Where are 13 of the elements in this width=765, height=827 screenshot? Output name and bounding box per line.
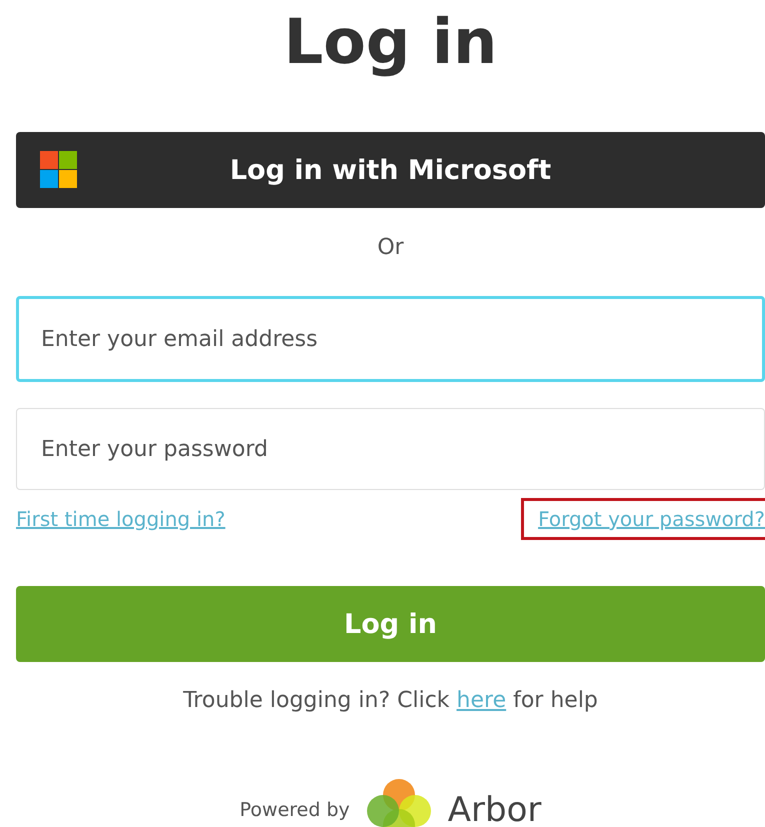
forgot-password-link[interactable]: Forgot your password? <box>521 498 765 540</box>
brand-name: Arbor <box>448 790 542 827</box>
powered-by-text: Powered by <box>240 799 350 821</box>
page-title: Log in <box>282 4 498 80</box>
help-link[interactable]: here <box>456 688 506 713</box>
windows-logo-icon <box>40 151 77 188</box>
email-field[interactable]: Enter your email address <box>16 296 765 382</box>
login-button[interactable]: Log in <box>16 586 765 662</box>
help-text: Trouble logging in? Click here for help <box>182 688 599 713</box>
microsoft-login-button[interactable]: Log in with Microsoft <box>16 132 765 208</box>
first-time-link[interactable]: First time logging in? <box>16 501 226 537</box>
or-divider-text: Or <box>376 234 405 262</box>
password-field[interactable]: Enter your password <box>16 408 765 490</box>
